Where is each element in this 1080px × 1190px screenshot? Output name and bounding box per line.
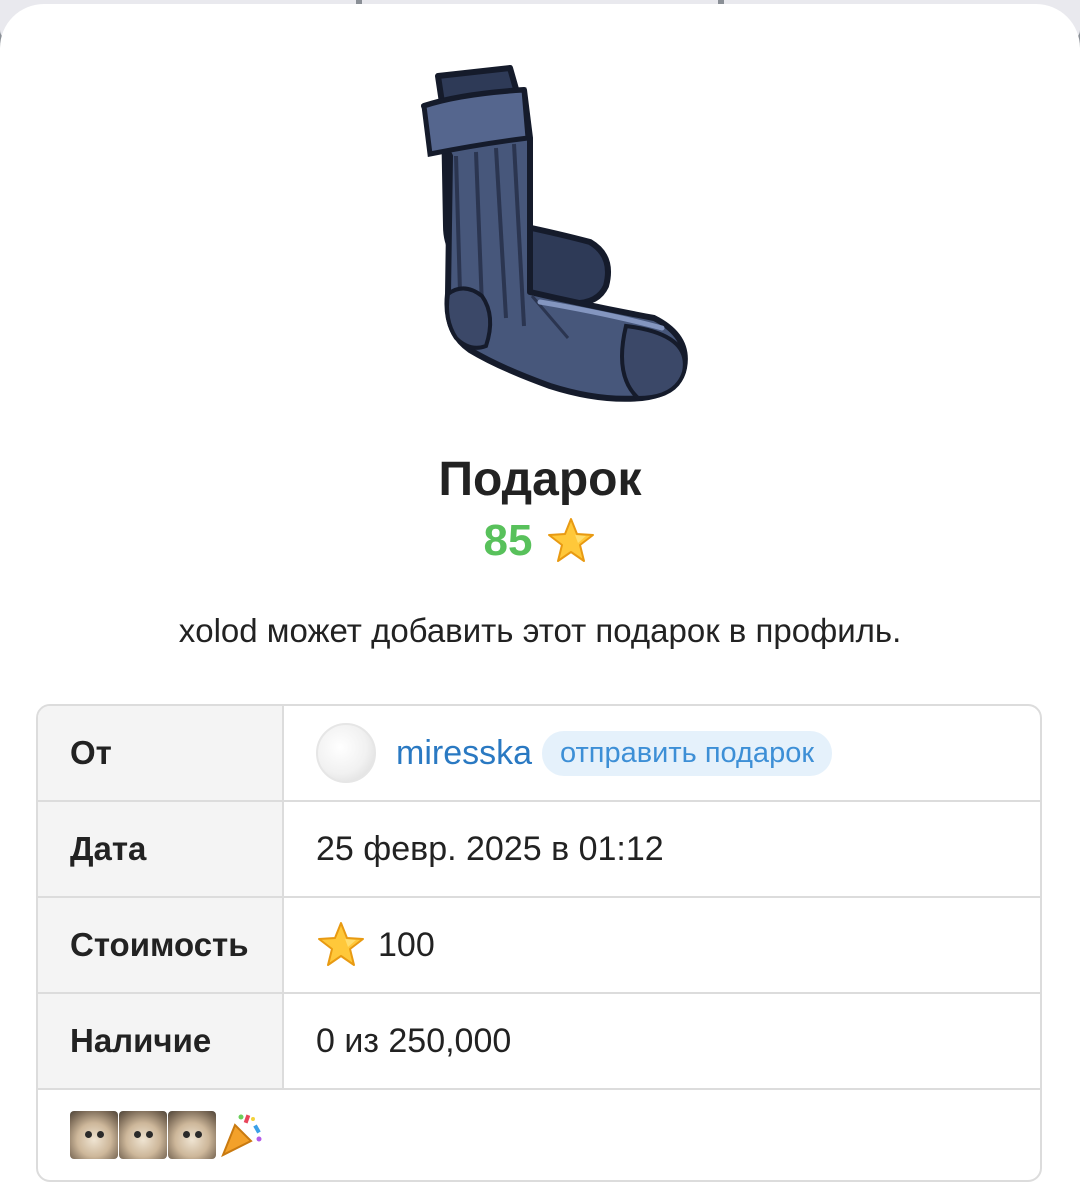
cat-emoji-icon — [70, 1111, 118, 1159]
date-value: 25 февр. 2025 в 01:12 — [316, 829, 664, 868]
cat-emoji-icon — [168, 1111, 216, 1159]
table-row-availability: Наличие 0 из 250,000 — [38, 994, 1040, 1090]
from-label: От — [38, 706, 284, 800]
send-gift-button[interactable]: отправить подарок — [542, 730, 833, 776]
socks-icon — [421, 65, 688, 402]
avatar[interactable] — [316, 723, 376, 783]
gift-title: Подарок — [438, 453, 642, 506]
star-icon — [548, 518, 595, 562]
table-row-from: От miresska отправить подарок — [38, 706, 1040, 802]
party-popper-icon — [221, 1114, 262, 1158]
availability-value: 0 из 250,000 — [316, 1021, 512, 1060]
gift-description: xolod может добавить этот подарок в проф… — [178, 612, 902, 649]
gift-price: 85 — [0, 516, 1080, 566]
date-label: Дата — [38, 802, 284, 896]
cost-label: Стоимость — [38, 898, 284, 992]
from-value: miresska отправить подарок — [284, 706, 1040, 800]
table-row-date: Дата 25 февр. 2025 в 01:12 — [38, 802, 1040, 898]
cat-emoji-icon — [119, 1111, 167, 1159]
table-row-cost: Стоимость 100 — [38, 898, 1040, 994]
availability-label: Наличие — [38, 994, 284, 1088]
gift-price-value: 85 — [483, 516, 533, 565]
cost-value-cell: 100 — [284, 898, 1040, 992]
star-icon — [318, 922, 364, 966]
gift-sheet: Подарок 85 xolod может добавить этот под… — [0, 4, 1080, 1190]
sender-username-link[interactable]: miresska — [396, 734, 532, 773]
gift-message — [38, 1090, 1040, 1180]
cost-value: 100 — [378, 925, 435, 964]
gift-details-table: От miresska отправить подарок Дата 25 фе… — [36, 704, 1042, 1182]
